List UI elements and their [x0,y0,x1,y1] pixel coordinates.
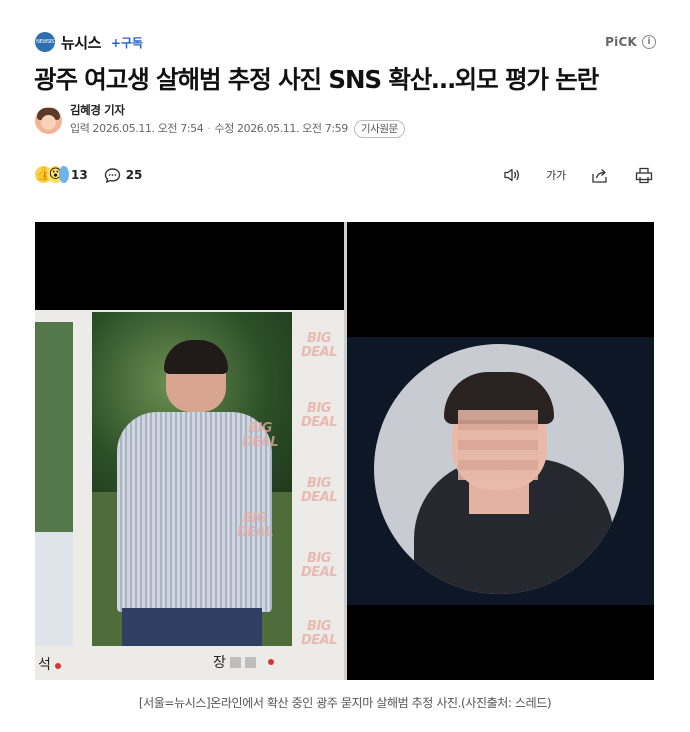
watermark: BIG DEAL [301,401,338,430]
info-icon[interactable]: i [642,35,656,49]
photo-frame-left [35,322,73,680]
name-label-left: 석 [38,654,62,674]
comment-button[interactable]: 25 [104,167,143,184]
date-separator: · [207,122,211,135]
press-logo[interactable]: NEWSIS [35,32,55,52]
share-icon[interactable] [590,165,610,185]
reaction-count: 13 [71,168,88,182]
photo-left-panel: BIG DEAL BIG DEAL BIG DEAL BIG DEAL BIG DEAL … [35,222,344,680]
print-icon[interactable] [634,165,654,185]
article-dates: 입력 2026.05.11. 오전 7:54 · 수정 2026.05.11. … [70,120,405,138]
pick-label: PiCK [605,35,637,49]
article-tools: 가가 [502,165,654,185]
photo-caption: [서울=뉴시스]온라인에서 확산 중인 광주 묻지마 살해범 추정 사진.(사진… [138,696,552,710]
published-date: 입력 2026.05.11. 오전 7:54 [70,122,204,135]
photo-name-strip [35,646,344,680]
byline: 김혜경 기자 입력 2026.05.11. 오전 7:54 · 수정 2026.… [35,103,405,138]
pick-badge[interactable]: PiCK i [605,35,656,49]
photo-frame-main: BIG DEAL BIG DEAL [92,312,292,646]
press-name[interactable]: 뉴시스 [61,32,101,53]
article-actions: 👍 😮 13 25 가가 [35,163,654,187]
author-avatar[interactable] [35,107,62,134]
sad-face-icon [59,166,69,183]
press-logo-text: NEWSIS [36,39,54,45]
watermark: BIG DEAL [301,476,338,505]
modified-date: 수정 2026.05.11. 오전 7:59 [214,122,348,135]
name-label-right: 장 [213,652,274,672]
author-name[interactable]: 김혜경 기자 [70,103,405,118]
pants-shape [122,608,262,646]
watermark: BIG DEAL [301,331,338,360]
profile-circle-photo [374,344,624,594]
original-article-button[interactable]: 기사원문 [353,120,405,138]
font-size-icon[interactable]: 가가 [546,165,566,185]
watermark: BIG DEAL [301,619,338,648]
article-headline: 광주 여고생 살해범 추정 사진 SNS 확산…외모 평가 논란 [34,65,599,94]
subscribe-button[interactable]: +구독 [111,34,143,51]
watermark: BIG DEAL [242,421,279,450]
article-photo[interactable]: BIG DEAL BIG DEAL BIG DEAL BIG DEAL BIG DEAL … [35,222,654,680]
font-size-label: 가가 [546,169,566,182]
audio-icon[interactable] [502,165,522,185]
mosaic-blur [458,410,538,480]
comment-icon [104,167,120,183]
press-header: NEWSIS 뉴시스 +구독 PiCK i [35,30,656,54]
reaction-button[interactable]: 👍 😮 13 [35,165,88,185]
photo-right-panel [347,222,654,680]
watermark: BIG DEAL [301,551,338,580]
reaction-emoji-icons: 👍 😮 [35,165,69,185]
watermark: BIG DEAL [237,511,274,540]
comment-count: 25 [125,168,143,182]
